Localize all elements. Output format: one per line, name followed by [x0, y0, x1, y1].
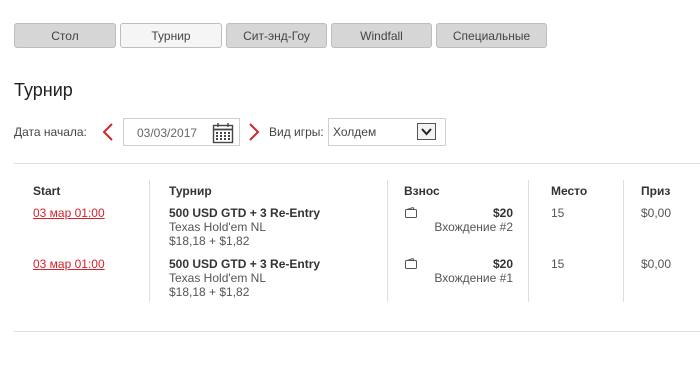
tab-sit-and-go[interactable]: Сит-энд-Гоу	[226, 23, 327, 48]
buyin-amount: $20	[492, 206, 513, 220]
game-type: Texas Hold'em NL	[169, 220, 266, 234]
column-divider	[149, 180, 150, 302]
column-divider	[623, 180, 624, 302]
tab-tournament[interactable]: Турнир	[120, 23, 222, 48]
tab-table[interactable]: Стол	[14, 23, 116, 48]
place-value: 15	[551, 257, 565, 271]
fee-breakdown: $18,18 + $1,82	[169, 234, 250, 248]
prize-value: $0,00	[641, 206, 672, 220]
tab-windfall[interactable]: Windfall	[331, 23, 432, 48]
start-date-label: Дата начала:	[14, 125, 87, 139]
column-divider	[387, 180, 388, 302]
chevron-left-icon[interactable]	[99, 121, 117, 143]
divider-bottom	[14, 331, 700, 332]
header-start: Start	[33, 184, 61, 198]
wallet-icon	[405, 258, 417, 269]
chevron-down-icon[interactable]	[417, 123, 436, 140]
date-value: 03/03/2017	[137, 126, 198, 140]
chevron-right-icon[interactable]	[245, 121, 263, 143]
divider-top	[14, 163, 700, 164]
game-type-value: Холдем	[333, 125, 377, 139]
fee-breakdown: $18,18 + $1,82	[169, 285, 250, 299]
game-type-label: Вид игры:	[269, 125, 324, 139]
start-time-link[interactable]: 03 мар 01:00	[33, 257, 105, 271]
header-place: Место	[551, 184, 588, 198]
buyin-amount: $20	[492, 257, 513, 271]
place-value: 15	[551, 206, 565, 220]
page-title: Турнир	[14, 80, 73, 100]
game-type: Texas Hold'em NL	[169, 271, 266, 285]
start-time-link[interactable]: 03 мар 01:00	[33, 206, 105, 220]
game-type-select[interactable]: Холдем	[328, 118, 446, 146]
header-tournament: Турнир	[169, 184, 212, 198]
calendar-icon[interactable]	[212, 122, 234, 144]
header-prize: Приз	[641, 184, 671, 198]
tournament-name: 500 USD GTD + 3 Re-Entry	[169, 257, 321, 271]
tournament-name: 500 USD GTD + 3 Re-Entry	[169, 206, 321, 220]
date-field[interactable]: 03/03/2017	[123, 118, 240, 146]
entry-number: Вхождение #2	[434, 220, 513, 234]
tab-special[interactable]: Специальные	[436, 23, 547, 48]
game-type-tabs: Стол Турнир Сит-энд-Гоу Windfall Специал…	[14, 23, 547, 48]
entry-number: Вхождение #1	[434, 271, 513, 285]
wallet-icon	[405, 207, 417, 218]
prize-value: $0,00	[641, 257, 672, 271]
column-divider	[528, 180, 529, 302]
header-buyin: Взнос	[404, 184, 440, 198]
